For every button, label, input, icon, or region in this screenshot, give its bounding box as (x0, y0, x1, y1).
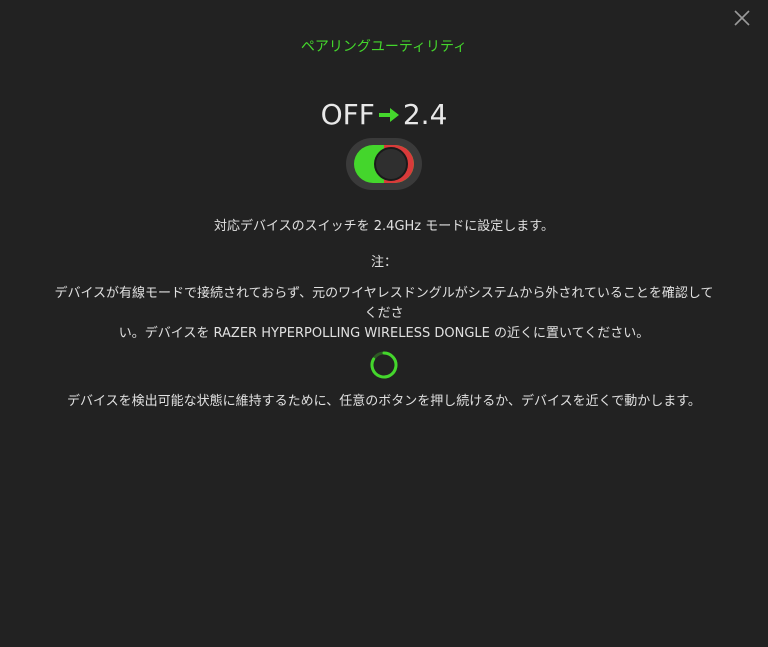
close-button[interactable] (730, 6, 754, 30)
mode-indicator: OFF 2.4 (0, 98, 768, 131)
mode-from-label: OFF (320, 98, 375, 131)
note-label: 注： (370, 255, 397, 270)
instruction-text: 対応デバイスのスイッチを 2.4GHz モードに設定します。 (214, 219, 554, 234)
mode-switch-illustration (346, 138, 422, 190)
note-line-1: デバイスが有線モードで接続されておらず、元のワイヤレスドングルがシステムから外さ… (54, 286, 714, 321)
loading-spinner-icon (370, 351, 398, 379)
arrow-right-icon (378, 107, 399, 122)
pairing-utility-dialog: ペアリングユーティリティ OFF 2.4 対応デバイスのスイッチを 2.4GHz… (0, 0, 768, 647)
note-body: デバイスが有線モードで接続されておらず、元のワイヤレスドングルがシステムから外さ… (54, 284, 714, 344)
note-line-2: い。デバイスを RAZER HYPERPOLLING WIRELESS DONG… (118, 326, 650, 341)
keep-device-awake-instruction: デバイスを検出可能な状態に維持するために、任意のボタンを押し続けるか、デバイスを… (67, 394, 701, 409)
dialog-title: ペアリングユーティリティ (300, 39, 468, 55)
switch-track (354, 145, 414, 183)
mode-to-label: 2.4 (402, 98, 448, 131)
switch-knob (374, 147, 408, 181)
close-icon (734, 10, 750, 26)
